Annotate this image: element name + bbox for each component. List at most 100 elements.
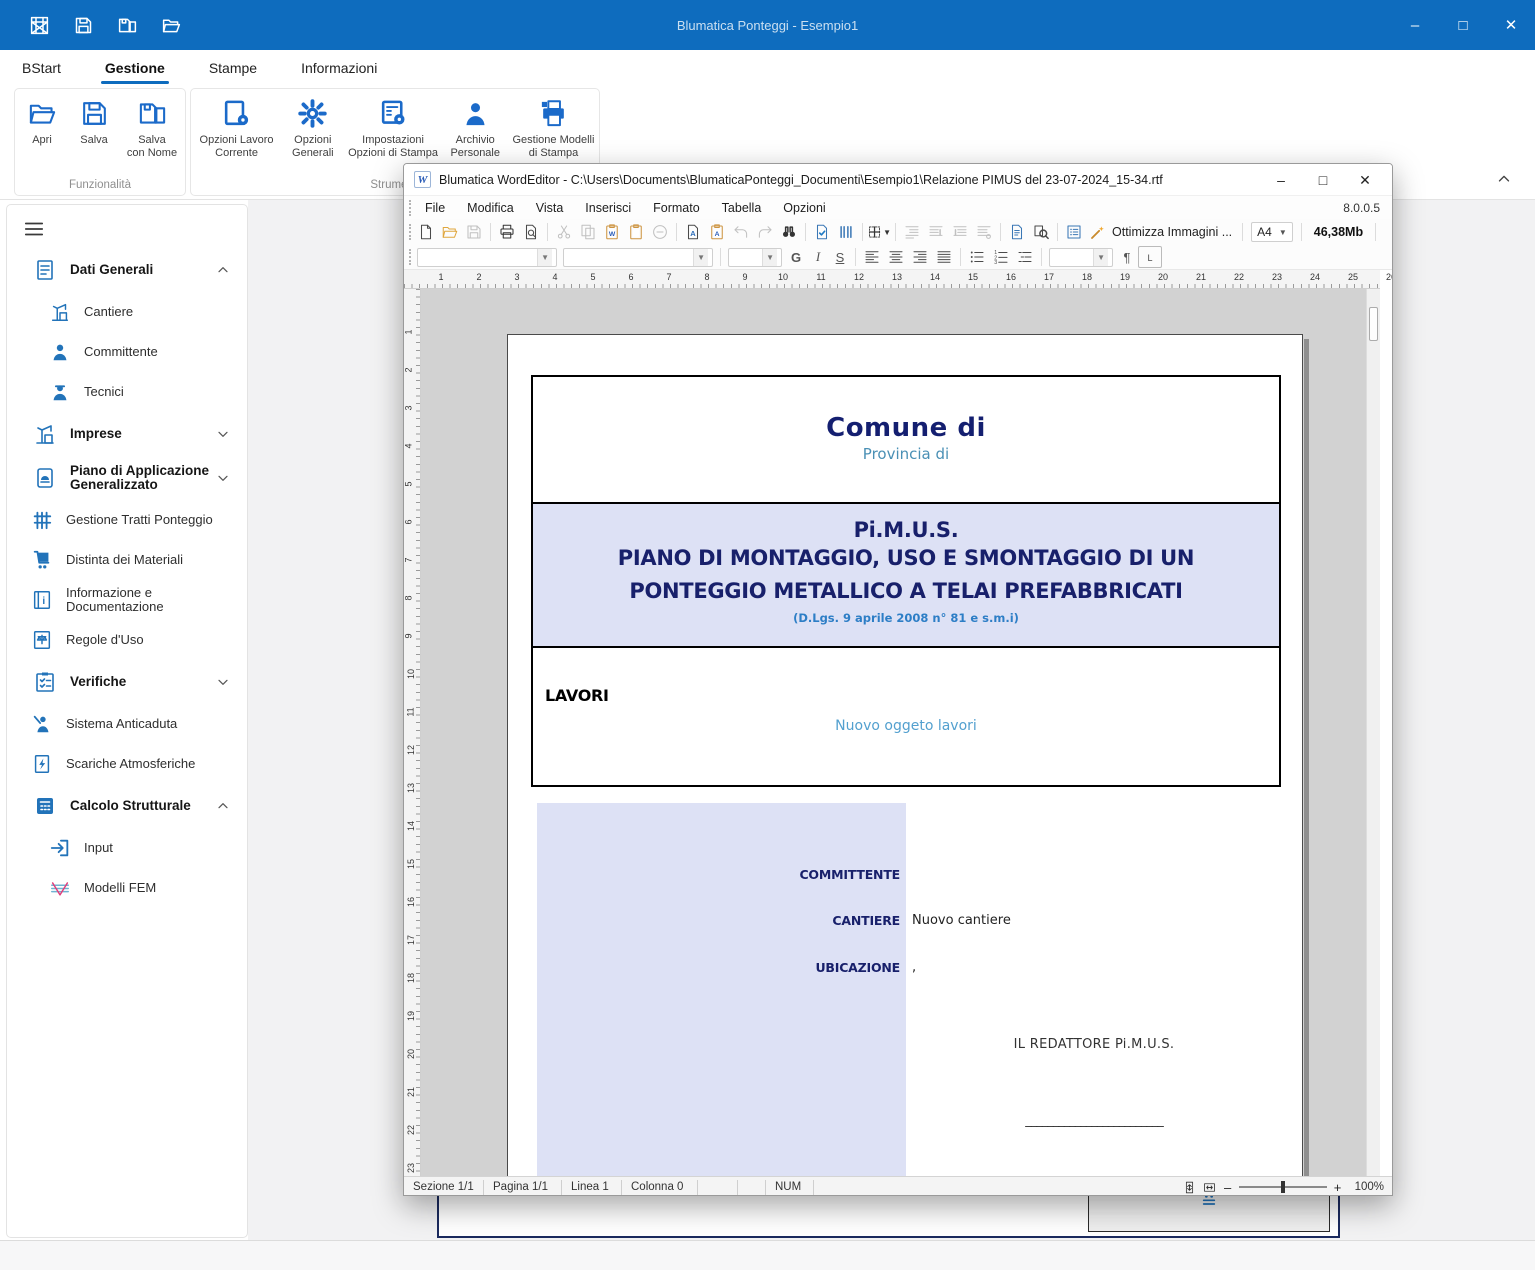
align-right-button[interactable]	[908, 246, 932, 268]
font-style-combo[interactable]: ▼	[563, 248, 713, 267]
minimize-button[interactable]: –	[1391, 0, 1439, 50]
gestione-modelli-di-stampa-button[interactable]: Gestione Modelli di Stampa	[508, 98, 599, 159]
list-num-button[interactable]: 123	[989, 246, 1013, 268]
tab-informazioni[interactable]: Informazioni	[279, 50, 399, 85]
document-page[interactable]: Comune di Provincia di Pi.M.U.S. PIANO D…	[507, 334, 1303, 1176]
page-check-button[interactable]	[810, 221, 834, 243]
zoom-out-button[interactable]: –	[1222, 1180, 1234, 1195]
drag-handle[interactable]	[409, 249, 414, 265]
columns-button[interactable]	[834, 221, 858, 243]
tab-gestione[interactable]: Gestione	[83, 50, 187, 85]
underline-button[interactable]: S	[829, 247, 851, 267]
paste-w-button[interactable]: W	[600, 221, 624, 243]
menu-formato[interactable]: Formato	[642, 201, 711, 215]
sidebar-item-calcolo-strutturale[interactable]: Calcolo Strutturale	[7, 784, 247, 828]
tab-stampe[interactable]: Stampe	[187, 50, 279, 85]
sidebar-item-committente[interactable]: Committente	[7, 332, 247, 372]
printer-sm-button[interactable]	[495, 221, 519, 243]
opzioni-lavoro-corrente-button[interactable]: Opzioni Lavoro Corrente	[191, 98, 282, 159]
clip-a-button[interactable]: A	[705, 221, 729, 243]
menu-inserisci[interactable]: Inserisci	[574, 201, 642, 215]
sidebar-item-distinta-dei-materiali[interactable]: Distinta dei Materiali	[7, 540, 247, 580]
sidebar-item-imprese[interactable]: Imprese	[7, 412, 247, 456]
tab-bstart[interactable]: BStart	[0, 50, 83, 85]
horizontal-ruler: 1234567891011121314151617181920212223242…	[404, 270, 1380, 289]
salva-con-nome-button[interactable]: Salva con Nome	[121, 98, 183, 159]
chevron-down-icon[interactable]	[215, 674, 231, 690]
sidebar-item-regole-d-uso[interactable]: Regole d'Uso	[7, 620, 247, 660]
sidebar-item-input[interactable]: Input	[7, 828, 247, 868]
we-close-button[interactable]: ✕	[1344, 164, 1386, 196]
preview-button[interactable]	[519, 221, 543, 243]
chevron-up-icon[interactable]	[215, 262, 231, 278]
impostazioni-opzioni-di-stampa-button[interactable]: Impostazioni Opzioni di Stampa	[344, 98, 443, 159]
sidebar-item-sistema-anticaduta[interactable]: Sistema Anticaduta	[7, 704, 247, 744]
save-icon[interactable]	[72, 14, 94, 36]
italic-button[interactable]: I	[807, 247, 829, 267]
salva-button[interactable]: Salva	[69, 98, 119, 147]
chevron-down-icon[interactable]	[215, 426, 231, 442]
hamburger-menu-icon[interactable]	[23, 218, 45, 240]
align-left-button[interactable]	[860, 246, 884, 268]
sidebar-item-piano-di-applicazione-generalizzato[interactable]: Piano di Applicazione Generalizzato	[7, 456, 247, 500]
ribbon-collapse-icon[interactable]	[1495, 170, 1513, 188]
sidebar-item-cantiere[interactable]: Cantiere	[7, 292, 247, 332]
list-bullet-button[interactable]	[965, 246, 989, 268]
we-minimize-button[interactable]: –	[1260, 164, 1302, 196]
sidebar-item-tecnici[interactable]: Tecnici	[7, 372, 247, 412]
menu-modifica[interactable]: Modifica	[456, 201, 525, 215]
vertical-scrollbar[interactable]	[1366, 289, 1380, 1176]
align-just-button[interactable]	[932, 246, 956, 268]
sidebar-item-gestione-tratti-ponteggio[interactable]: Gestione Tratti Ponteggio	[7, 500, 247, 540]
sidebar-item-scariche-atmosferiche[interactable]: Scariche Atmosferiche	[7, 744, 247, 784]
boxed-l-button[interactable]: L	[1138, 246, 1162, 268]
file-size-label: 46,38Mb	[1314, 225, 1363, 239]
we-maximize-button[interactable]: □	[1302, 164, 1344, 196]
fields-button[interactable]	[1062, 221, 1086, 243]
archivio-personale-button[interactable]: Archivio Personale	[445, 98, 506, 159]
sidebar-item-informazione-e-documentazione[interactable]: iInformazione e Documentazione	[7, 580, 247, 620]
bold-button[interactable]: G	[785, 247, 807, 267]
zoom-page-button[interactable]	[1029, 221, 1053, 243]
optimize-images-label[interactable]: Ottimizza Immagini ...	[1112, 225, 1232, 239]
font-family-combo[interactable]: ▼	[417, 248, 557, 267]
page-size-select[interactable]: A4▼	[1251, 222, 1293, 242]
sidebar-item-dati-generali[interactable]: Dati Generali	[7, 248, 247, 292]
apri-button[interactable]: Apri	[17, 98, 67, 147]
menu-file[interactable]: File	[414, 201, 456, 215]
wordeditor-statusbar: Sezione 1/1Pagina 1/1Linea 1Colonna 0NUM…	[404, 1176, 1392, 1196]
chevron-down-icon[interactable]	[215, 470, 231, 486]
zoom-slider-thumb[interactable]	[1281, 1181, 1285, 1193]
maximize-button[interactable]: □	[1439, 0, 1487, 50]
chevron-up-icon[interactable]	[215, 798, 231, 814]
open-folder-icon[interactable]	[160, 14, 182, 36]
page-new-button[interactable]	[414, 221, 438, 243]
sidebar-item-modelli-fem[interactable]: Modelli FEM	[7, 868, 247, 908]
menu-tabella[interactable]: Tabella	[711, 201, 773, 215]
binoculars-button[interactable]	[777, 221, 801, 243]
doc-pimus-title: Pi.M.U.S.	[533, 504, 1279, 542]
close-button[interactable]: ✕	[1487, 0, 1535, 50]
scrollbar-thumb[interactable]	[1369, 307, 1378, 341]
menu-vista[interactable]: Vista	[525, 201, 575, 215]
save-as-icon[interactable]	[116, 14, 138, 36]
zoom-combo[interactable]: ▼	[1049, 248, 1113, 267]
borders-button[interactable]: ▼	[867, 221, 891, 243]
align-center-button[interactable]	[884, 246, 908, 268]
list-multi-button[interactable]	[1013, 246, 1037, 268]
pilcrow-button[interactable]: ¶	[1116, 247, 1138, 267]
fit-page-icon[interactable]	[1182, 1180, 1197, 1195]
zoom-in-button[interactable]: +	[1332, 1180, 1344, 1195]
wand-button[interactable]	[1086, 221, 1110, 243]
menu-opzioni[interactable]: Opzioni	[772, 201, 836, 215]
zoom-slider[interactable]	[1239, 1186, 1327, 1188]
app-icon[interactable]	[28, 14, 50, 36]
opzioni-generali-button[interactable]: Opzioni Generali	[284, 98, 341, 159]
paste-button[interactable]	[624, 221, 648, 243]
page-plain-button[interactable]	[1005, 221, 1029, 243]
sidebar-item-verifiche[interactable]: Verifiche	[7, 660, 247, 704]
folder-open-button[interactable]	[438, 221, 462, 243]
font-size-combo[interactable]: ▼	[728, 248, 782, 267]
page-a-button[interactable]: A	[681, 221, 705, 243]
fit-width-icon[interactable]	[1202, 1180, 1217, 1195]
